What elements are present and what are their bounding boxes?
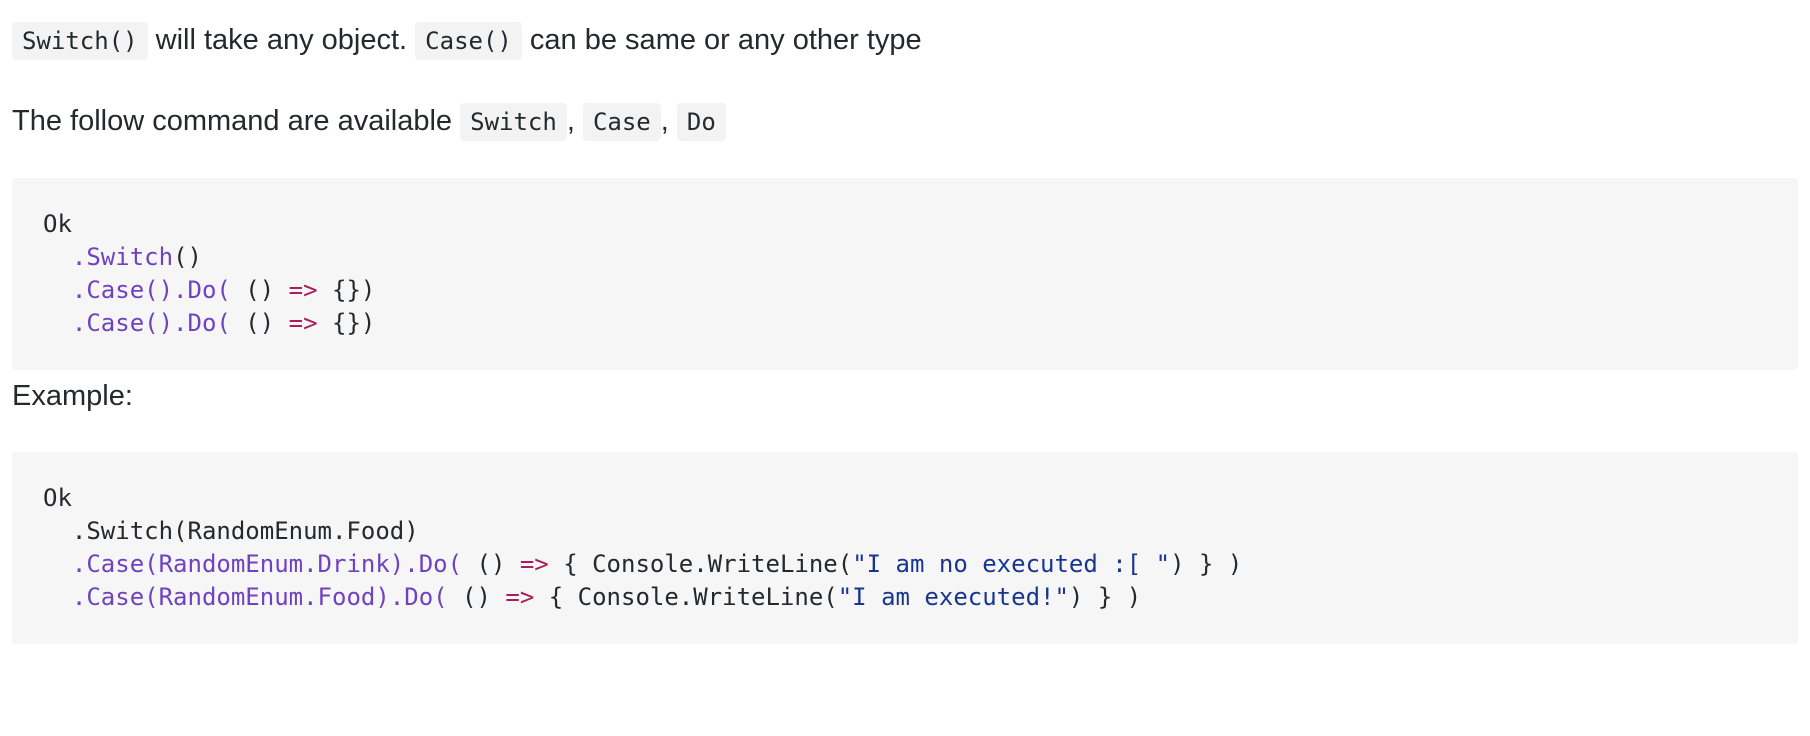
document: Switch() will take any object. Case() ca… <box>0 0 1810 644</box>
intro-text-1: will take any object. <box>147 24 416 56</box>
inline-code-case-command: Case <box>582 103 661 141</box>
code-line-3: .Case().Do( () => {}) <box>71 276 376 304</box>
separator: , <box>566 105 583 137</box>
intro-text-2: can be same or any other type <box>521 24 922 56</box>
example-label: Example: <box>12 380 133 412</box>
separator: , <box>660 105 677 137</box>
code-line-2: .Switch(RandomEnum.Food) <box>43 517 419 545</box>
commands-text: The follow command are available <box>12 105 461 137</box>
code-line-3: .Case(RandomEnum.Drink).Do( () => { Cons… <box>71 550 1243 578</box>
syntax-code-block: Ok .Switch() .Case().Do( () => {}) .Case… <box>12 178 1798 370</box>
code-line-1: Ok <box>43 484 72 512</box>
example-code-block: Ok .Switch(RandomEnum.Food) .Case(Random… <box>12 452 1798 644</box>
inline-code-case: Case() <box>415 22 522 60</box>
inline-code-switch: Switch() <box>12 22 148 60</box>
commands-paragraph: The follow command are available Switch,… <box>12 95 1798 148</box>
code-line-1: Ok <box>43 210 72 238</box>
code-line-4: .Case(RandomEnum.Food).Do( () => { Conso… <box>71 583 1142 611</box>
code-line-4: .Case().Do( () => {}) <box>71 309 376 337</box>
intro-paragraph: Switch() will take any object. Case() ca… <box>12 14 1798 67</box>
inline-code-switch-command: Switch <box>460 103 567 141</box>
inline-code-do-command: Do <box>676 103 726 141</box>
code-line-2: .Switch() <box>71 243 202 271</box>
